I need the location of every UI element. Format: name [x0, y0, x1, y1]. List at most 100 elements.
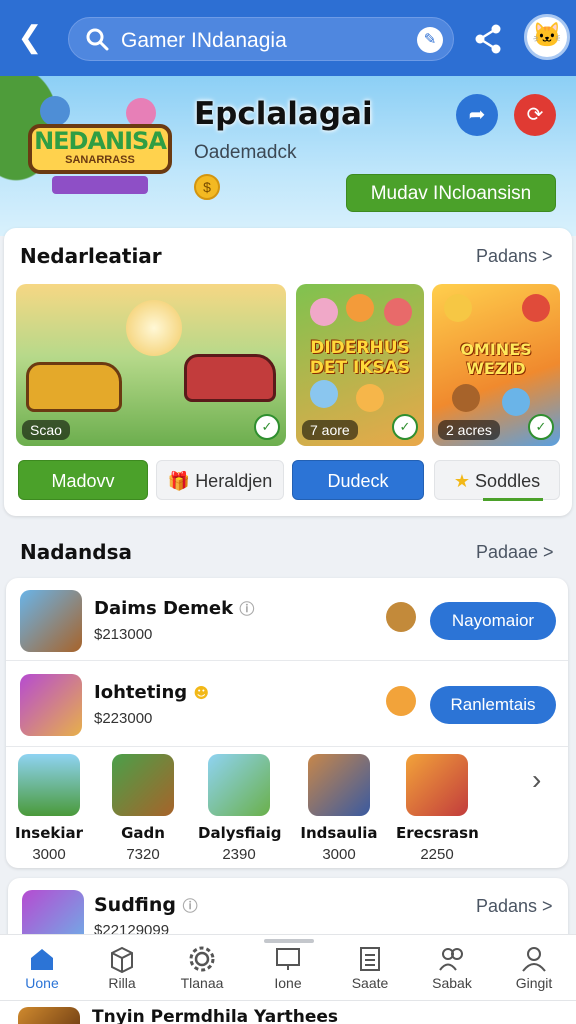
nav-label: Saate [351, 975, 389, 991]
row-action-button[interactable]: Nayomaior [430, 602, 556, 640]
row-action-button[interactable]: Ranlemtais [430, 686, 556, 724]
chevron-right-icon[interactable]: › [532, 764, 541, 796]
peek-app-icon [18, 1007, 80, 1024]
nav-item-2[interactable]: Rilla [82, 943, 162, 997]
orange-cat-art [346, 294, 374, 322]
info-badge-icon: ⓘ [239, 600, 255, 618]
blue-cat-art [310, 380, 338, 408]
featured-tile-cats[interactable]: DIDERHUS DET IKSAS 7 aore ✓ [296, 284, 424, 446]
row-divider [6, 660, 568, 661]
blue-critter-art [502, 388, 530, 416]
logo-name: NEDANISA [34, 127, 167, 155]
tile-art-title: OMINES WEZID [460, 340, 532, 378]
home-icon [31, 949, 53, 970]
strip-item[interactable]: Indsaulia 3000 [298, 754, 380, 864]
star-icon: ★ [453, 471, 471, 491]
sun-decoration [126, 300, 182, 356]
gear-icon [189, 946, 215, 972]
plant-pot-icon [386, 602, 416, 632]
tile-label: Scao [22, 420, 70, 440]
featured-tile-racing[interactable]: Scao ✓ [16, 284, 286, 446]
yellow-cat-art [356, 384, 384, 412]
featured-tile-mines[interactable]: OMINES WEZID 2 acres ✓ [432, 284, 560, 446]
row-price: $213000 [94, 626, 153, 643]
list-section-card: Daims Demek ⓘ $213000 Nayomaior Iohtetin… [6, 578, 568, 868]
row-title-text: Iohteting [94, 682, 188, 703]
nav-item-3[interactable]: Tlanaa [162, 943, 242, 997]
row-title: Iohteting ☻ [94, 682, 209, 703]
filter-pill-2[interactable]: 🎁 Heraldjen [156, 460, 284, 500]
peek-content: Tnyin Permdhila Yarthees [0, 1000, 576, 1024]
monitor-icon [276, 948, 300, 970]
nav-item-profile[interactable]: Gingit [494, 943, 574, 997]
featured-see-all-link[interactable]: Padans > [476, 246, 553, 267]
hero-banner: NEDANISA SANARRASS Epclalagai Oademadck … [0, 76, 576, 236]
filter-pill-1[interactable]: Madovv [18, 460, 148, 500]
strip-item[interactable]: Insekiar 3000 [8, 754, 90, 864]
gift-icon: 🎁 [167, 471, 191, 491]
game-icon [406, 754, 468, 816]
redirect-arrow-button[interactable]: ➦ [456, 94, 498, 136]
red-badge-art [522, 294, 550, 322]
nav-label: Rilla [108, 975, 136, 991]
heart-badge-icon [386, 686, 416, 716]
bee-art [444, 294, 472, 322]
tile-label: 2 acres [438, 420, 500, 440]
nav-label: Gingit [515, 975, 553, 991]
yellow-car-art [26, 362, 122, 412]
user-icon [522, 947, 546, 972]
filter-pill-4-label: Soddles [475, 471, 541, 491]
nav-item-4[interactable]: Ione [248, 943, 328, 997]
search-bar[interactable]: Gamer INdanagia ✎ [68, 17, 454, 61]
strip-item[interactable]: Gadn 7320 [102, 754, 184, 864]
row-price: $223000 [94, 710, 153, 727]
game-icon-strip: Insekiar 3000 Gadn 7320 Dalysfiaig 2390 … [6, 750, 568, 868]
filter-pill-4[interactable]: ★ Soddles [434, 460, 560, 501]
row-divider [6, 746, 568, 747]
share-icon[interactable] [470, 22, 506, 56]
next-section-link[interactable]: Padans > [476, 896, 553, 917]
nav-item-home[interactable]: Uone [2, 943, 82, 997]
edit-pencil-icon[interactable]: ✎ [417, 27, 443, 53]
next-section-title: Sudfing ⓘ [94, 894, 198, 916]
miner-art [452, 384, 480, 412]
back-arrow-icon[interactable]: ❮ [14, 20, 46, 56]
strip-item[interactable]: Erecsrasn 2250 [396, 754, 479, 864]
game-icon [112, 754, 174, 816]
nav-item-6[interactable]: Sabak [412, 943, 492, 997]
cube-icon [111, 946, 133, 973]
top-app-bar: ❮ Gamer INdanagia ✎ 🐱 [0, 0, 576, 76]
list-row[interactable]: Iohteting ☻ $223000 Ranlemtais [6, 662, 568, 744]
strip-item-name: Indsaulia [300, 824, 378, 842]
check-badge-icon: ✓ [392, 414, 418, 440]
refresh-button[interactable]: ⟳ [514, 94, 556, 136]
nav-item-5[interactable]: Saate [330, 943, 410, 997]
filter-pill-3[interactable]: Dudeck [292, 460, 424, 500]
featured-section-card: Nedarleatiar Padans > Scao ✓ DIDERHUS DE… [4, 228, 572, 516]
strip-item-value: 3000 [322, 846, 356, 863]
profile-mascot-avatar[interactable]: 🐱 [524, 14, 570, 60]
tile-label: 7 aore [302, 420, 358, 440]
game-icon [208, 754, 270, 816]
bottom-navigation: Uone Rilla Tlanaa Ione Saate Sabak Gingi… [0, 934, 576, 1000]
tile-art-title: DIDERHUS DET IKSAS [309, 338, 411, 378]
hero-action-button[interactable]: Mudav INcloansisn [346, 174, 556, 212]
hero-subtitle: Oademadck [194, 142, 297, 163]
nav-label: Sabak [432, 975, 472, 991]
people-icon [439, 948, 463, 971]
pink-cat-art [310, 298, 338, 326]
search-query-text: Gamer INdanagia [121, 29, 287, 52]
filter-pill-2-label: Heraldjen [195, 471, 273, 491]
game-icon [18, 754, 80, 816]
strip-item-name: Dalysfiaig [198, 824, 282, 842]
strip-item-name: Gadn [121, 824, 165, 842]
blue-cat-mascot-icon [40, 96, 70, 126]
hero-title: Epclalagai [194, 96, 373, 132]
list-see-all-link[interactable]: Padaae > [476, 542, 554, 563]
check-badge-icon: ✓ [528, 414, 554, 440]
row-title: Daims Demek ⓘ [94, 598, 254, 619]
list-row[interactable]: Daims Demek ⓘ $213000 Nayomaior [6, 578, 568, 660]
strip-item-value: 2250 [420, 846, 454, 863]
strip-item[interactable]: Dalysfiaig 2390 [198, 754, 282, 864]
strip-item-value: 7320 [126, 846, 160, 863]
